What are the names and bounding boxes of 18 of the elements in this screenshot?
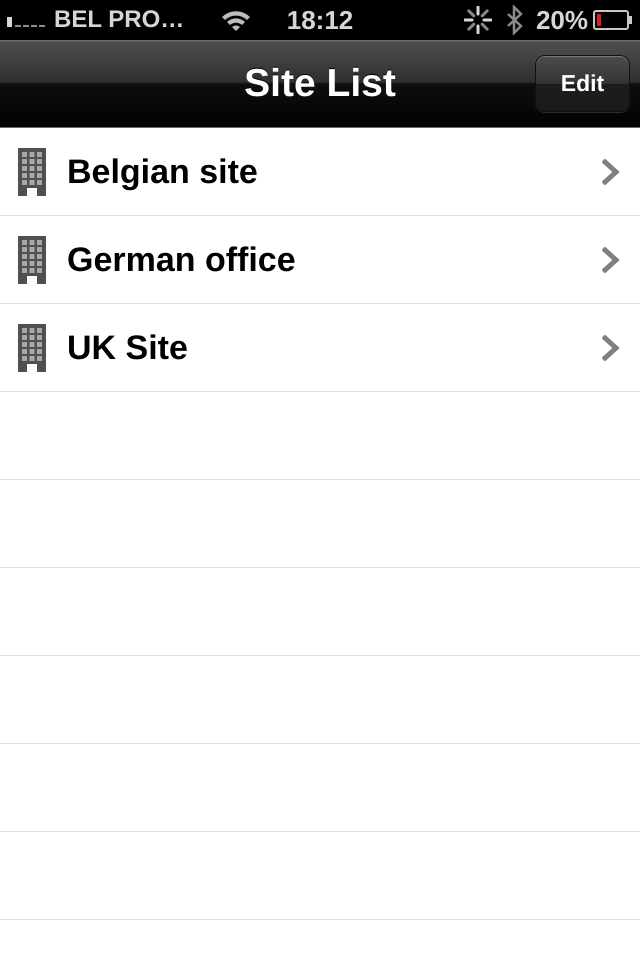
site-name: Belgian site xyxy=(67,154,259,188)
building-icon xyxy=(18,148,46,196)
building-icon xyxy=(18,324,46,372)
nav-title: Site List xyxy=(244,64,396,103)
building-icon xyxy=(18,236,46,284)
bluetooth-icon xyxy=(506,5,524,35)
chevron-icon xyxy=(602,158,620,184)
chevron-icon xyxy=(602,246,620,272)
edit-button[interactable]: Edit xyxy=(535,55,630,112)
battery-icon xyxy=(593,10,633,30)
site-name: German office xyxy=(67,242,297,276)
status-time: 18:12 xyxy=(286,7,354,33)
carrier-name: BEL PRO… xyxy=(54,8,184,32)
site-name: UK Site xyxy=(67,330,189,364)
chevron-icon xyxy=(602,334,620,360)
battery-percent: 20% xyxy=(536,7,588,33)
wifi-icon xyxy=(221,9,252,31)
activity-spinner-icon xyxy=(464,6,492,34)
